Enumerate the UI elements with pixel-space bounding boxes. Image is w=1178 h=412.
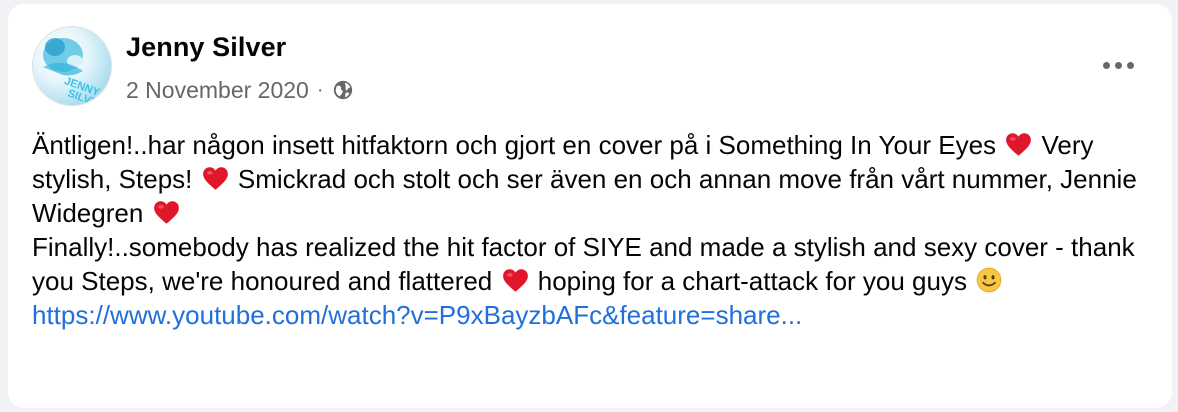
globe-icon	[333, 80, 352, 100]
youtube-link[interactable]: https://www.youtube.com/watch?v=P9xBayzb…	[32, 300, 802, 330]
post-card: JENNY SILVER Jenny Silver 2 November 202…	[8, 4, 1172, 408]
post-text-english: Finally!..somebody has realized the hit …	[32, 230, 1142, 298]
post-meta: 2 November 2020 ·	[126, 74, 354, 106]
smile-emoji-icon	[976, 267, 1002, 293]
text-segment: Smickrad och stolt och ser även en och a…	[32, 164, 1137, 228]
post-body: Äntligen!..har någon insett hitfaktorn o…	[32, 128, 1142, 332]
more-dot	[1114, 61, 1122, 69]
more-dot	[1126, 61, 1134, 69]
post-text-swedish: Äntligen!..har någon insett hitfaktorn o…	[32, 128, 1142, 230]
heart-emoji-icon	[502, 269, 528, 292]
text-segment: hoping for a chart-attack for you guys	[537, 266, 967, 296]
more-options-button[interactable]	[1098, 50, 1138, 80]
text-segment: Äntligen!..har någon insett hitfaktorn o…	[32, 130, 997, 160]
post-date[interactable]: 2 November 2020	[126, 77, 309, 104]
avatar[interactable]: JENNY SILVER	[32, 26, 112, 106]
heart-emoji-icon	[1006, 133, 1032, 156]
heart-emoji-icon	[202, 167, 228, 190]
heart-emoji-icon	[153, 201, 179, 224]
author-name[interactable]: Jenny Silver	[126, 32, 286, 63]
avatar-image: JENNY SILVER	[33, 27, 111, 105]
meta-separator: ·	[316, 78, 324, 101]
more-dot	[1102, 61, 1110, 69]
